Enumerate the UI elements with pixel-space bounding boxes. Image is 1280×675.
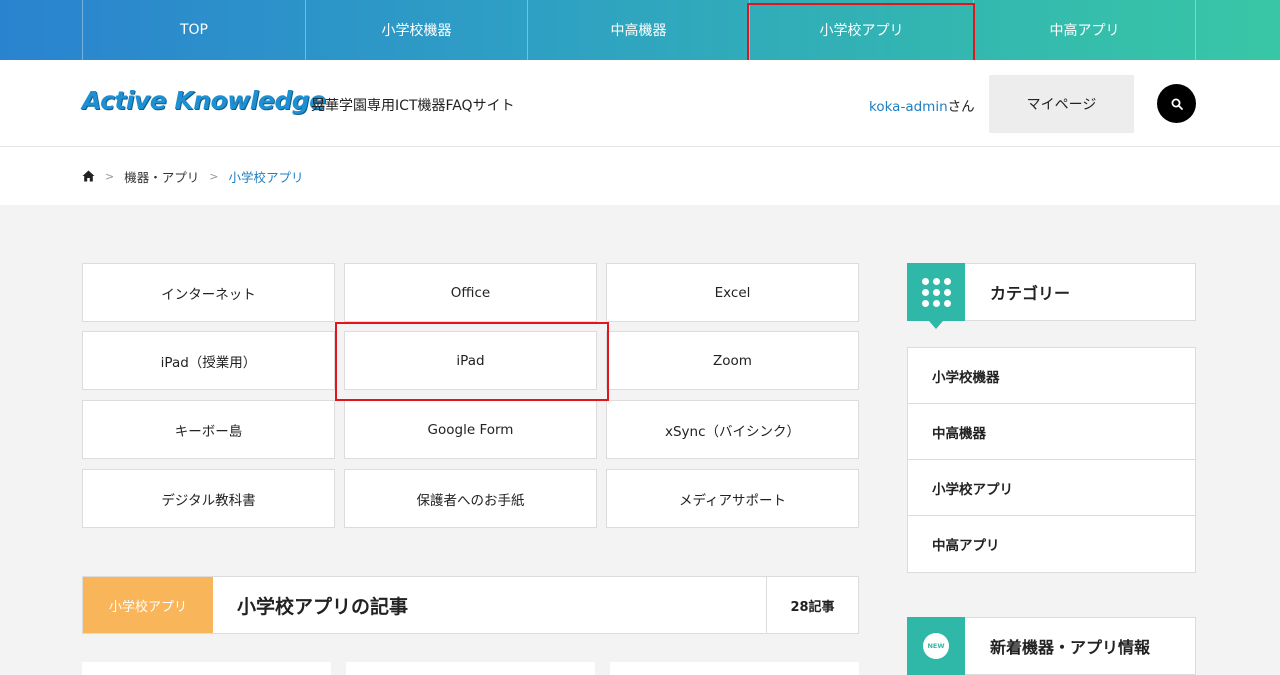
category-tile-ipad[interactable]: iPad (344, 331, 597, 390)
site-header: Active Knowledge 晃華学園専用ICT機器FAQサイト koka-… (0, 60, 1280, 147)
category-tile-internet[interactable]: インターネット (82, 263, 335, 322)
site-tagline: 晃華学園専用ICT機器FAQサイト (311, 98, 515, 114)
breadcrumb-item-devices-apps[interactable]: 機器・アプリ (124, 167, 199, 186)
category-tile-keyboard-island[interactable]: キーボー島 (82, 400, 335, 459)
sidebar-item-secondary-devices[interactable]: 中高機器 (908, 404, 1195, 460)
user-name-link[interactable]: koka-admin (869, 99, 948, 115)
article-card[interactable] (82, 662, 331, 675)
category-tile-google-form[interactable]: Google Form (344, 400, 597, 459)
nav-item-elementary-devices[interactable]: 小学校機器 (305, 0, 527, 60)
sidebar-category-header: カテゴリー (907, 263, 1196, 329)
article-count: 28記事 (766, 577, 858, 633)
top-navigation: TOP 小学校機器 中高機器 小学校アプリ 中高アプリ (0, 0, 1280, 60)
chevron-right-icon: > (209, 169, 219, 183)
breadcrumb: > 機器・アプリ > 小学校アプリ (0, 147, 1280, 205)
search-button[interactable] (1157, 84, 1196, 123)
grid-icon (907, 263, 965, 329)
new-badge-icon: NEW (907, 617, 965, 675)
sidebar-news-title: 新着機器・アプリ情報 (990, 638, 1151, 657)
category-tile-office[interactable]: Office (344, 263, 597, 322)
home-icon[interactable] (82, 170, 95, 182)
article-card[interactable] (610, 662, 859, 675)
category-tile-parent-letter[interactable]: 保護者へのお手紙 (344, 469, 597, 528)
sidebar-news-header: NEW 新着機器・アプリ情報 (907, 617, 1196, 675)
section-badge: 小学校アプリ (83, 577, 213, 633)
section-title: 小学校アプリの記事 (237, 595, 409, 618)
sidebar-category-list: 小学校機器 中高機器 小学校アプリ 中高アプリ (907, 347, 1196, 573)
nav-item-elementary-apps[interactable]: 小学校アプリ (749, 0, 973, 60)
category-tile-media-support[interactable]: メディアサポート (606, 469, 859, 528)
user-suffix: さん (947, 99, 975, 115)
category-tile-ipad-class[interactable]: iPad（授業用） (82, 331, 335, 390)
sidebar-item-secondary-apps[interactable]: 中高アプリ (908, 516, 1195, 572)
category-tile-zoom[interactable]: Zoom (606, 331, 859, 390)
sidebar-item-elementary-devices[interactable]: 小学校機器 (908, 348, 1195, 404)
nav-item-top[interactable]: TOP (82, 0, 305, 60)
sidebar-item-elementary-apps[interactable]: 小学校アプリ (908, 460, 1195, 516)
category-tile-xsync[interactable]: xSync（バイシンク） (606, 400, 859, 459)
user-greeting: koka-adminさん (869, 95, 975, 115)
nav-item-secondary-devices[interactable]: 中高機器 (527, 0, 749, 60)
nav-item-secondary-apps[interactable]: 中高アプリ (973, 0, 1196, 60)
category-tile-excel[interactable]: Excel (606, 263, 859, 322)
sidebar-category-title: カテゴリー (990, 284, 1071, 303)
article-section-header: 小学校アプリ 小学校アプリの記事 28記事 (82, 576, 859, 634)
category-tile-digital-textbook[interactable]: デジタル教科書 (82, 469, 335, 528)
breadcrumb-item-current: 小学校アプリ (228, 169, 304, 185)
new-badge: NEW (923, 633, 949, 659)
site-logo[interactable]: Active Knowledge (82, 86, 326, 115)
search-icon (1171, 98, 1183, 110)
article-card[interactable] (346, 662, 595, 675)
mypage-button[interactable]: マイページ (989, 75, 1134, 133)
chevron-right-icon: > (105, 169, 115, 183)
